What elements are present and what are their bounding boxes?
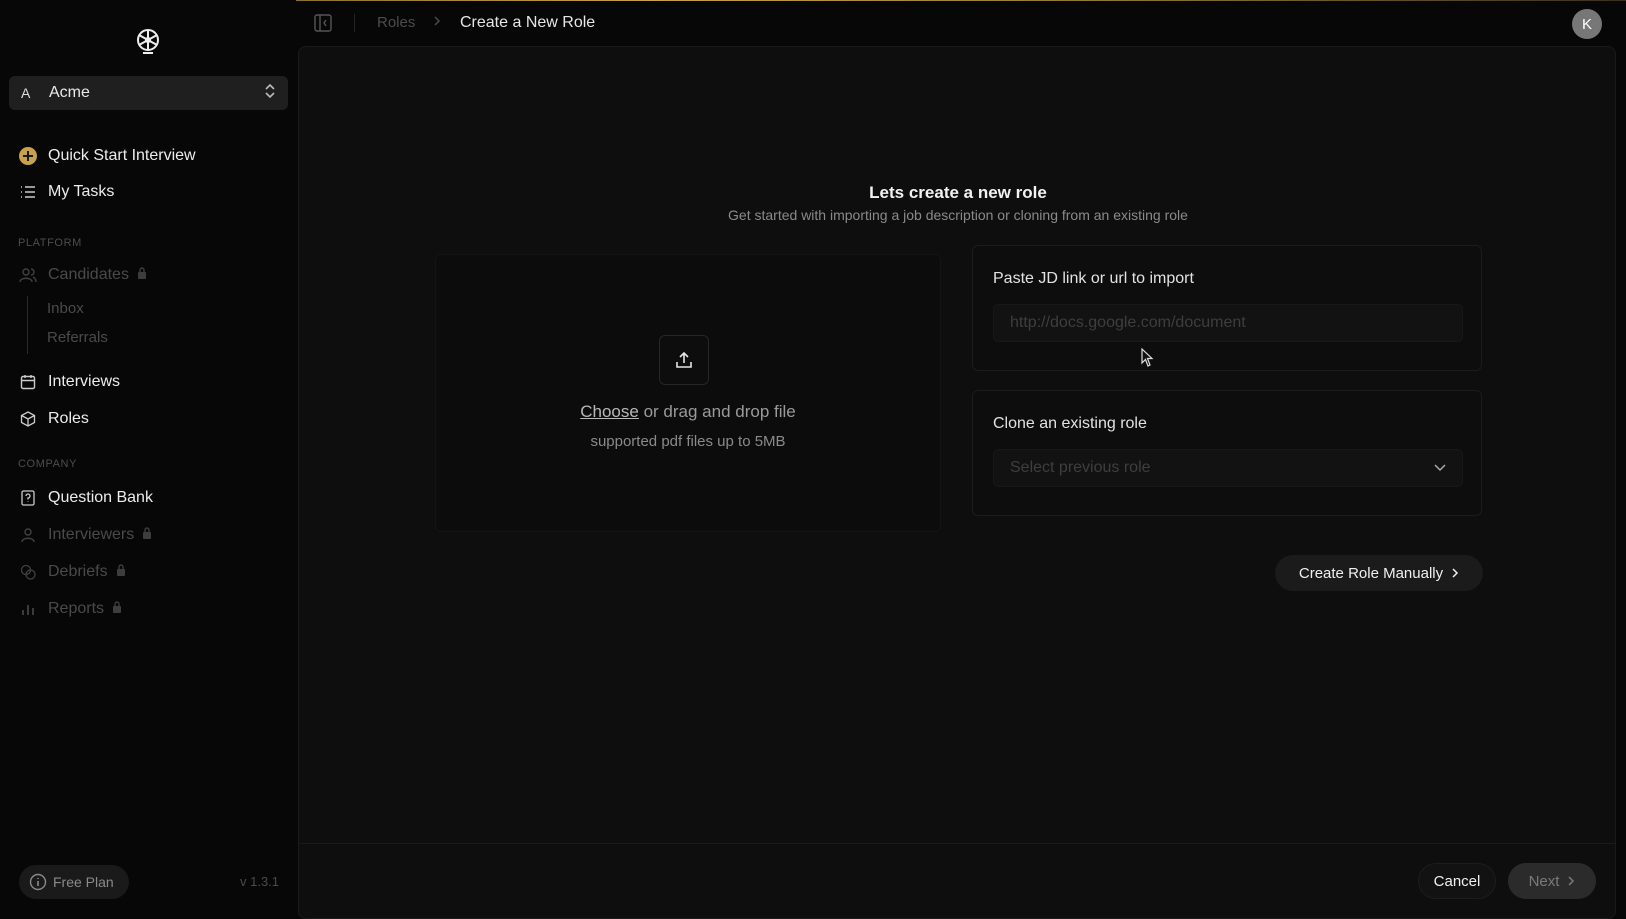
sidebar: A Acme Quick Start Interview My Tasks PL…	[0, 0, 296, 919]
wheel-logo-icon[interactable]	[133, 26, 163, 56]
cancel-button[interactable]: Cancel	[1418, 863, 1496, 899]
list-icon	[18, 182, 38, 202]
sidebar-item-label: Reports	[48, 600, 105, 617]
calendar-icon	[18, 372, 38, 392]
org-avatar: A	[21, 85, 31, 101]
sidebar-item-interviews[interactable]: Interviews	[18, 368, 120, 396]
clone-role-label: Clone an existing role	[993, 415, 1147, 432]
user-icon	[18, 525, 38, 545]
org-name: Acme	[49, 84, 90, 101]
question-doc-icon	[18, 488, 38, 508]
page-title: Lets create a new role	[869, 183, 1047, 202]
upload-hint: supported pdf files up to 5MB	[590, 433, 786, 450]
breadcrumb-chevron-icon	[433, 14, 441, 30]
lock-icon	[137, 266, 147, 284]
import-url-placeholder: http://docs.google.com/document	[1010, 314, 1246, 331]
sidebar-item-label: My Tasks	[48, 183, 115, 200]
upload-button[interactable]	[659, 335, 709, 385]
clone-role-card: Clone an existing role Select previous r…	[972, 390, 1482, 516]
section-label-company: COMPANY	[18, 458, 78, 470]
subnav-divider	[27, 296, 28, 354]
chevron-right-icon	[1567, 875, 1575, 887]
previous-role-select[interactable]: Select previous role	[993, 449, 1463, 487]
sidebar-item-label: Candidates	[48, 266, 129, 283]
next-button[interactable]: Next	[1508, 863, 1596, 899]
lock-icon	[112, 600, 122, 618]
sidebar-item-debriefs[interactable]: Debriefs	[18, 558, 126, 586]
info-icon	[29, 873, 47, 891]
sidebar-subitem-referrals[interactable]: Referrals	[47, 329, 108, 346]
main-panel: Lets create a new role Get started with …	[298, 46, 1616, 919]
chat-bubbles-icon	[18, 562, 38, 582]
sidebar-subitem-inbox[interactable]: Inbox	[47, 300, 84, 317]
org-switcher[interactable]: A Acme	[9, 76, 288, 110]
chevron-right-icon	[1451, 567, 1459, 579]
create-role-manually-button[interactable]: Create Role Manually	[1275, 555, 1483, 591]
free-plan-badge[interactable]: Free Plan	[19, 865, 129, 899]
users-icon	[18, 265, 38, 285]
import-url-input[interactable]: http://docs.google.com/document	[993, 304, 1463, 342]
app-version: v 1.3.1	[240, 874, 280, 889]
sidebar-item-candidates[interactable]: Candidates	[18, 261, 147, 289]
previous-role-placeholder: Select previous role	[1010, 459, 1151, 476]
import-url-label: Paste JD link or url to import	[993, 270, 1194, 287]
import-url-card: Paste JD link or url to import http://do…	[972, 245, 1482, 371]
sidebar-toggle-icon[interactable]	[314, 14, 332, 32]
sidebar-item-label: Question Bank	[48, 489, 153, 506]
choose-file-link[interactable]: Choose	[580, 402, 639, 421]
bar-chart-icon	[18, 599, 38, 619]
breadcrumb-roles[interactable]: Roles	[377, 14, 415, 31]
breadcrumb-current: Create a New Role	[460, 14, 596, 31]
sidebar-item-roles[interactable]: Roles	[18, 405, 89, 433]
file-dropzone[interactable]: Choose or drag and drop file supported p…	[435, 254, 941, 532]
sidebar-item-label: Interviewers	[48, 526, 135, 543]
sidebar-item-label: Roles	[48, 410, 89, 427]
lock-icon	[142, 526, 152, 544]
sidebar-item-interviewers[interactable]: Interviewers	[18, 521, 152, 549]
lock-icon	[116, 563, 126, 581]
mouse-cursor-icon	[1141, 348, 1154, 367]
cube-icon	[18, 409, 38, 429]
sidebar-item-quick-start[interactable]: Quick Start Interview	[18, 142, 196, 170]
sidebar-item-question-bank[interactable]: Question Bank	[18, 484, 153, 512]
sidebar-item-label: Quick Start Interview	[48, 147, 196, 164]
create-role-manually-label: Create Role Manually	[1298, 564, 1444, 582]
free-plan-label: Free Plan	[53, 874, 114, 890]
user-avatar[interactable]: K	[1572, 9, 1602, 39]
drag-drop-text: or drag and drop file	[638, 402, 796, 421]
chevron-up-down-icon	[264, 83, 276, 104]
section-label-platform: PLATFORM	[18, 237, 82, 249]
page-subtitle: Get started with importing a job descrip…	[728, 207, 1188, 223]
sidebar-item-reports[interactable]: Reports	[18, 595, 122, 623]
upload-instructions: Choose or drag and drop file	[436, 402, 940, 422]
sidebar-item-my-tasks[interactable]: My Tasks	[18, 178, 114, 206]
plus-circle-icon	[18, 146, 38, 166]
topbar-divider	[354, 14, 355, 32]
chevron-down-icon	[1434, 464, 1446, 472]
form-footer: Cancel Next	[299, 843, 1615, 919]
sidebar-item-label: Interviews	[48, 373, 121, 390]
sidebar-item-label: Debriefs	[48, 563, 108, 580]
upload-icon	[676, 351, 692, 368]
next-label: Next	[1528, 872, 1560, 890]
